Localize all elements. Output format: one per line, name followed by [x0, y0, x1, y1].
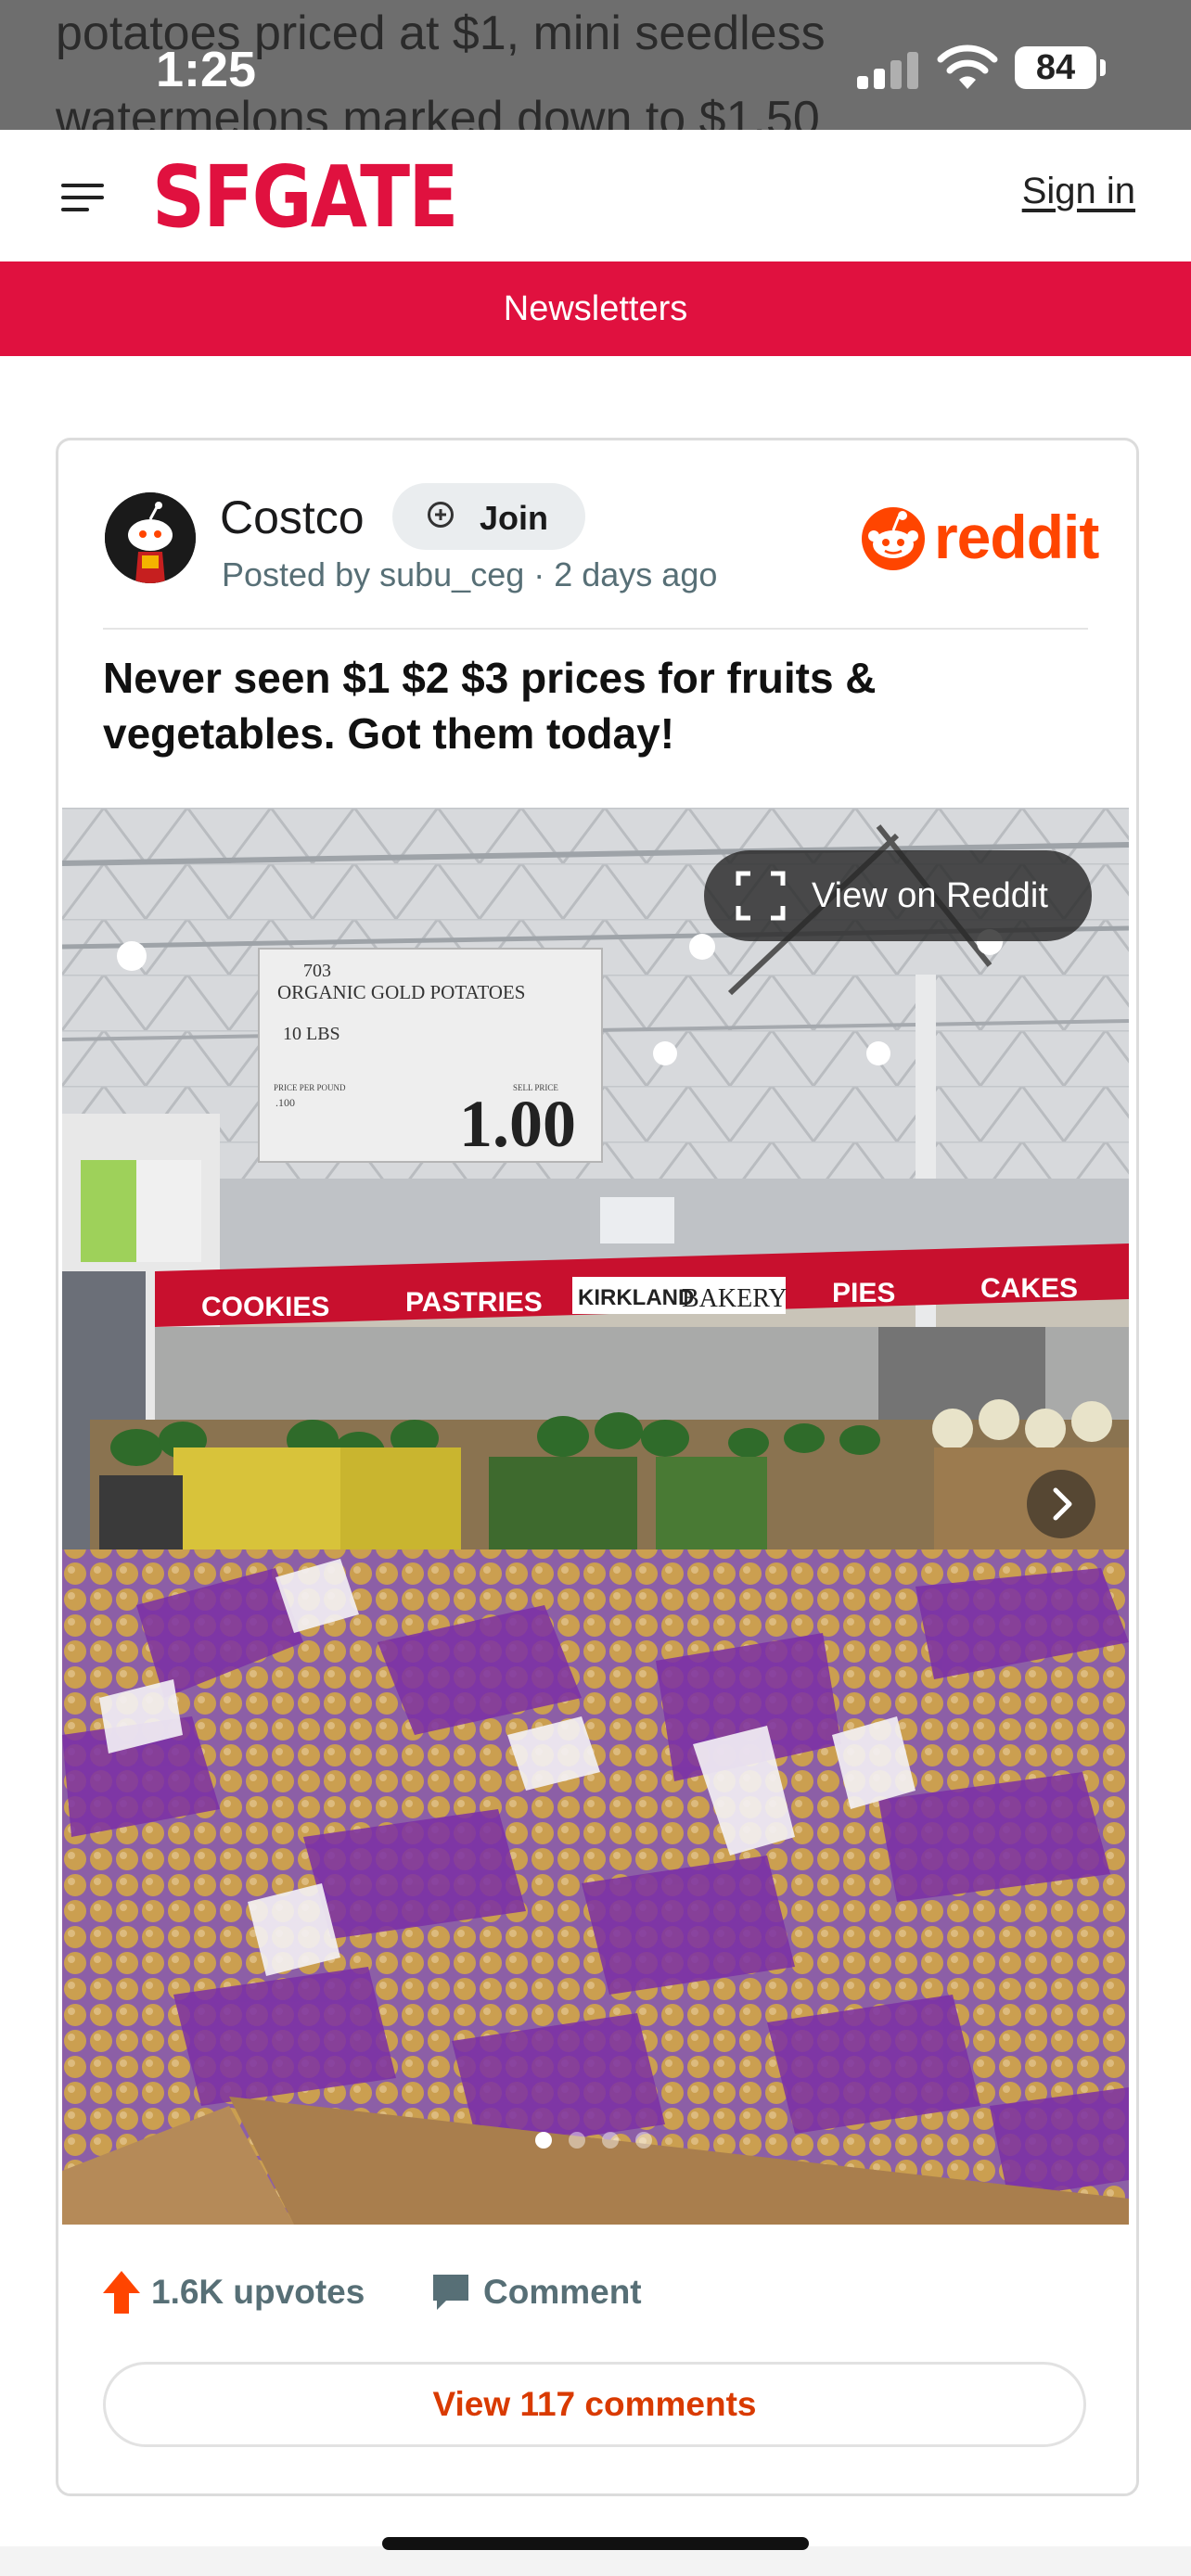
reddit-snoo-icon — [862, 507, 925, 570]
expand-icon — [736, 871, 786, 921]
bottom-safe-area — [0, 2546, 1191, 2576]
post-meta: Posted by subu_ceg · 2 days ago — [222, 555, 718, 593]
reddit-wordmark: reddit — [934, 503, 1099, 571]
hamburger-menu-icon[interactable] — [61, 184, 104, 211]
upvote-count[interactable]: 1.6K upvotes — [151, 2273, 365, 2312]
view-on-reddit-label: View on Reddit — [812, 876, 1048, 915]
banner-cakes: CAKES — [980, 1273, 1078, 1304]
status-bar: potatoes priced at $1, mini seedless wat… — [0, 0, 1191, 130]
carousel-dot[interactable] — [535, 2132, 552, 2149]
banner-pies: PIES — [832, 1278, 895, 1308]
carousel-dot[interactable] — [602, 2132, 619, 2149]
join-button[interactable]: Join — [392, 483, 585, 550]
chevron-right-icon — [1053, 1487, 1072, 1521]
banner-cookies: COOKIES — [201, 1292, 329, 1322]
sign-price: 1.00 — [459, 1087, 576, 1161]
divider — [103, 628, 1088, 630]
comment-bubble-icon[interactable] — [429, 2271, 472, 2314]
banner-pastries: PASTRIES — [405, 1287, 543, 1318]
costco-produce-photo: 703 ORGANIC GOLD POTATOES 10 LBS PRICE P… — [62, 808, 1129, 2225]
join-label: Join — [480, 499, 549, 537]
snoo-avatar-icon — [105, 492, 196, 583]
reddit-logo[interactable]: reddit — [858, 502, 1099, 572]
carousel-dot[interactable] — [635, 2132, 652, 2149]
site-header: SFGATE Sign in — [0, 130, 1191, 262]
sign-weight: 10 LBS — [283, 1024, 340, 1044]
view-comments-button[interactable]: View 117 comments — [103, 2362, 1086, 2447]
community-name[interactable]: Costco — [220, 491, 365, 544]
next-image-button[interactable] — [1027, 1470, 1095, 1538]
carousel-dot[interactable] — [569, 2132, 585, 2149]
home-indicator[interactable] — [382, 2537, 809, 2550]
upvote-arrow-icon[interactable] — [101, 2269, 142, 2315]
community-avatar — [105, 492, 196, 583]
sign-in-link[interactable]: Sign in — [1022, 171, 1135, 212]
sign-item-number: 703 — [303, 961, 331, 981]
battery-indicator: 84 — [1015, 46, 1096, 89]
post-title[interactable]: Never seen $1 $2 $3 prices for fruits & … — [103, 650, 1086, 761]
reddit-embed-card: Costco Join Posted by subu_ceg · 2 days … — [56, 438, 1139, 2496]
banner-bakery: BAKERY — [682, 1284, 788, 1313]
carousel-dots — [535, 2132, 656, 2150]
newsletters-link[interactable]: Newsletters — [0, 261, 1191, 356]
status-time: 1:25 — [156, 42, 257, 97]
banner-kirkland: KIRKLAND — [578, 1285, 694, 1310]
comment-button[interactable]: Comment — [483, 2273, 642, 2312]
post-image[interactable]: 703 ORGANIC GOLD POTATOES 10 LBS PRICE P… — [62, 808, 1129, 2225]
cellular-signal-icon — [857, 50, 922, 89]
wifi-icon — [937, 45, 998, 89]
site-logo[interactable]: SFGATE — [152, 147, 458, 249]
sign-price-per-pound-label: PRICE PER POUND — [274, 1083, 346, 1092]
view-on-reddit-button[interactable]: View on Reddit — [704, 850, 1092, 941]
sign-price-per-pound: .100 — [275, 1096, 295, 1109]
plus-circle-icon — [428, 502, 454, 528]
sign-product-name: ORGANIC GOLD POTATOES — [277, 981, 525, 1003]
battery-nub — [1100, 59, 1106, 76]
